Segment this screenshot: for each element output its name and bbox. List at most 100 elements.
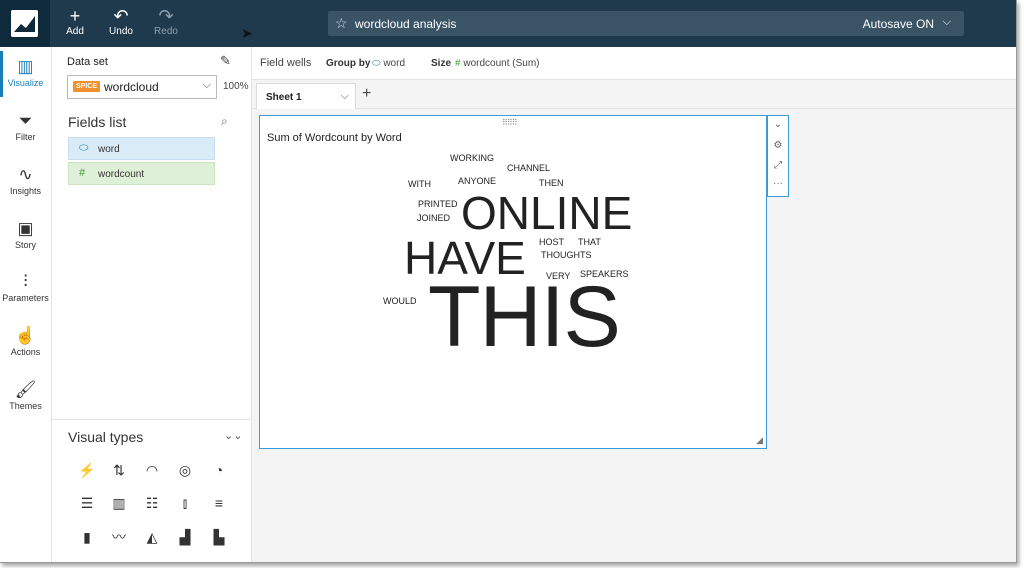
donut-icon[interactable]: ◎ [173,460,197,480]
app-logo[interactable] [0,0,50,47]
combo-chart-icon[interactable]: ▟ [173,527,197,547]
chevron-double-down-icon[interactable]: ⌄⌄ [224,429,242,442]
word-with[interactable]: WITH [408,180,431,189]
top-bar: + Add ↶ Undo ↷ Redo ➤ ☆ wordcloud analys… [0,0,1016,47]
nav-item-story[interactable]: ▣ Story [0,218,51,250]
word-host[interactable]: HOST [539,238,564,247]
word-anyone[interactable]: ANYONE [458,177,496,186]
drag-handle-icon[interactable]: ⠿⠿⠿ [502,118,518,127]
nav-item-visualize[interactable]: ▥ Visualize [0,56,51,88]
sheet-tab-label: Sheet 1 [266,92,302,103]
pencil-icon[interactable]: ✎ [220,53,231,69]
clustered-column-icon[interactable]: ⫾ [173,493,197,513]
word-that[interactable]: THAT [578,238,601,247]
size-label: Size [431,58,452,69]
nav-item-themes[interactable]: 🖌 Themes [0,379,51,411]
dimension-tag-icon: ⬭ [79,142,89,154]
resize-handle-icon[interactable]: ◢ [756,435,763,446]
autograph-icon[interactable]: ⚡ [75,460,99,480]
spice-percent: 100% [223,81,249,92]
analysis-title-bar[interactable]: ☆ wordcloud analysis Autosave ON ⌵ [328,11,964,36]
word-printed[interactable]: PRINTED [418,200,458,209]
chevron-down-icon[interactable]: ⌵ [943,16,951,29]
nav-item-label: Visualize [7,78,44,88]
word-thoughts[interactable]: THOUGHTS [541,251,592,260]
visual-title: Sum of Wordcount by Word [267,132,402,144]
autosave-label[interactable]: Autosave ON [863,17,934,31]
quicksight-logo-icon [11,10,38,37]
gauge-icon[interactable]: ◠ [140,460,164,480]
horizontal-bar-icon[interactable]: ☰ [75,493,99,513]
gear-icon[interactable]: ⚙ [768,140,788,151]
actions-icon: ☝ [14,326,37,345]
kpi-icon[interactable]: ⇅ [107,460,131,480]
dataset-name: wordcloud [104,80,159,94]
stacked-column-icon[interactable]: ▮ [75,527,99,547]
chevron-down-icon[interactable]: ⌵ [341,90,349,103]
stacked-bar-icon[interactable]: ≡ [207,493,231,513]
data-panel: Data set ✎ SPICE wordcloud ⌵ 100% Fields… [52,47,252,562]
brush-icon: 🖌 [14,380,37,399]
redo-button[interactable]: ↷ Redo [146,6,186,42]
word-would[interactable]: WOULD [383,297,417,306]
star-icon[interactable]: ☆ [335,15,348,32]
size-well[interactable]: # wordcount (Sum) [455,58,539,69]
visual-menu: ⌄ ⚙ ⤢ ··· [767,115,789,197]
divider [52,419,251,420]
nav-item-insights[interactable]: ∿ Insights [0,164,51,196]
dataset-select[interactable]: SPICE wordcloud ⌵ [67,75,217,99]
funnel-icon: ⏷ [18,111,33,130]
sheet-bar: Sheet 1 ⌵ + [252,80,1016,109]
hash-icon: # [79,167,86,179]
clustered-bar-icon[interactable]: ☷ [140,493,164,513]
visual-types-title: Visual types [68,429,144,445]
search-icon[interactable]: ⌕ [221,114,228,129]
word-channel[interactable]: CHANNEL [507,164,550,173]
dimension-tag-icon: ⬭ [372,58,381,69]
group-by-label: Group by [326,58,371,69]
nav-item-label: Parameters [2,293,49,303]
add-button[interactable]: + Add [55,6,95,42]
bar-chart-icon: ▥ [17,57,34,76]
field-name: wordcount [98,169,145,180]
size-value: wordcount (Sum) [463,58,540,69]
nav-item-label: Themes [9,401,42,411]
hash-icon: # [455,58,461,69]
field-wells-label: Field wells [260,57,312,69]
app-window: + Add ↶ Undo ↷ Redo ➤ ☆ wordcloud analys… [0,0,1017,563]
field-item-word[interactable]: ⬭ word [68,137,215,160]
field-wells[interactable]: Field wells Group by ⬭ word Size # wordc… [252,47,1016,80]
story-icon: ▣ [17,219,34,238]
mouse-cursor-icon: ➤ [241,25,253,41]
group-by-well[interactable]: ⬭ word [372,58,405,69]
line-chart-icon[interactable]: 〰 [107,527,131,547]
plus-icon: + [69,6,81,26]
nav-item-label: Actions [10,347,41,357]
redo-icon: ↷ [158,6,174,26]
nav-item-parameters[interactable]: ⫶ Parameters [0,271,51,303]
left-nav: ▥ Visualize ⏷ Filter ∿ Insights ▣ Story … [0,47,52,562]
area-chart-icon[interactable]: ◭ [140,527,164,547]
combo-line-chart-icon[interactable]: ▙ [207,527,231,547]
nav-item-filter[interactable]: ⏷ Filter [0,110,51,142]
pie-icon[interactable]: ◔ [207,460,231,480]
vertical-bar-icon[interactable]: ▥ [107,493,131,513]
word-joined[interactable]: JOINED [417,214,450,223]
word-online[interactable]: ONLINE [461,190,632,236]
wordcloud-visual[interactable]: ⠿⠿⠿ Sum of Wordcount by Word WORKING CHA… [259,115,767,449]
field-item-wordcount[interactable]: # wordcount [68,162,215,185]
add-sheet-button[interactable]: + [362,85,371,103]
dataset-label: Data set [67,56,108,68]
nav-item-actions[interactable]: ☝ Actions [0,325,51,357]
expand-icon[interactable]: ⤢ [768,160,788,171]
word-working[interactable]: WORKING [450,154,494,163]
analysis-name: wordcloud analysis [355,17,457,31]
group-by-value: word [383,58,406,69]
redo-label: Redo [154,26,178,37]
word-this[interactable]: THIS [428,274,621,360]
undo-button[interactable]: ↶ Undo [101,6,141,42]
more-icon[interactable]: ··· [768,178,788,189]
nav-item-label: Filter [15,132,36,142]
tab-sheet-1[interactable]: Sheet 1 ⌵ [256,83,356,109]
collapse-icon[interactable]: ⌄ [768,119,788,130]
